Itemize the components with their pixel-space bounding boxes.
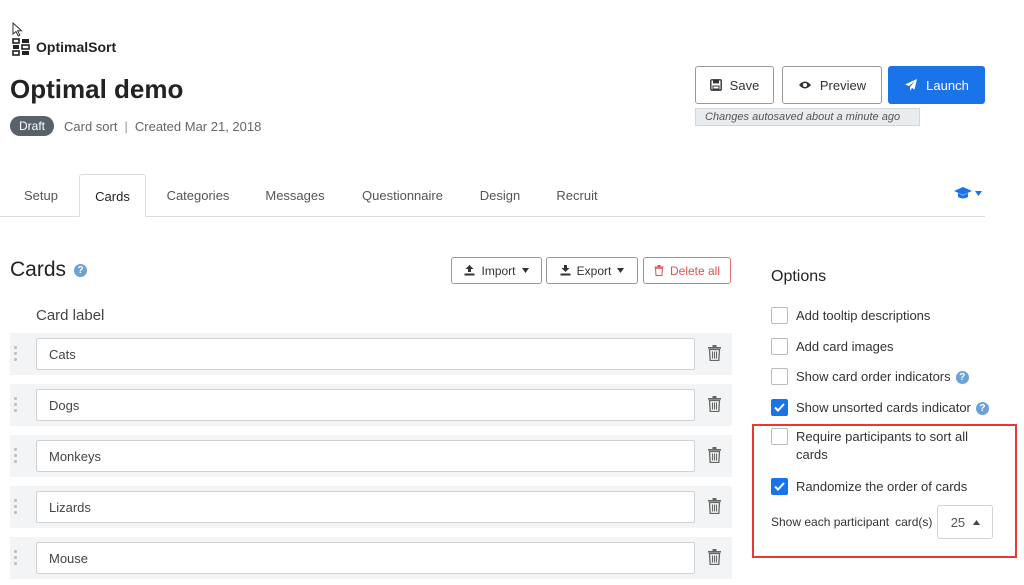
caret-down-icon (975, 190, 982, 196)
study-meta: Draft Card sort | Created Mar 21, 2018 (10, 116, 261, 136)
tooltip-descriptions-checkbox[interactable] (771, 307, 788, 324)
card-images-checkbox[interactable] (771, 338, 788, 355)
trash-icon[interactable] (708, 549, 721, 565)
drag-handle-icon[interactable] (14, 346, 20, 364)
checkmark-icon (774, 403, 785, 412)
option-label: Add card images (796, 339, 894, 354)
caret-down-icon (521, 268, 529, 273)
trash-icon (654, 265, 664, 276)
launch-label: Launch (926, 77, 969, 93)
drag-handle-icon[interactable] (14, 550, 20, 568)
paper-plane-icon (905, 79, 918, 91)
question-circle-icon[interactable]: ? (74, 263, 88, 277)
option-label: Show card order indicators? (796, 368, 969, 386)
tab-recruit[interactable]: Recruit (545, 174, 609, 217)
drag-handle-icon[interactable] (14, 397, 20, 415)
eye-icon (798, 81, 811, 89)
option-label-text: Show card order indicators (796, 369, 951, 384)
study-type: Card sort (64, 118, 118, 134)
option-label: Show unsorted cards indicator? (796, 399, 989, 417)
cards-heading-label: Cards (10, 258, 67, 281)
card-label-input[interactable] (36, 389, 695, 421)
import-label: Import (481, 263, 516, 278)
trash-icon[interactable] (708, 498, 721, 514)
trash-icon[interactable] (708, 345, 721, 361)
option-label-text: Show unsorted cards indicator (796, 400, 971, 415)
study-created-date: Created Mar 21, 2018 (134, 118, 262, 134)
card-label-input[interactable] (36, 338, 695, 370)
card-label-input[interactable] (36, 542, 695, 574)
option-tooltip-descriptions: Add tooltip descriptions (771, 307, 930, 325)
trash-icon[interactable] (708, 447, 721, 463)
tab-questionnaire[interactable]: Questionnaire (350, 174, 455, 217)
save-label: Save (729, 77, 760, 93)
autosave-status: Changes autosaved about a minute ago (695, 108, 920, 126)
tab-design[interactable]: Design (470, 174, 530, 217)
option-card-images: Add card images (771, 338, 894, 356)
unsorted-cards-indicator-checkbox[interactable] (771, 399, 788, 416)
card-label-input[interactable] (36, 440, 695, 472)
graduation-cap-icon (954, 187, 972, 199)
option-unsorted-cards-indicator: Show unsorted cards indicator? (771, 399, 989, 417)
status-badge: Draft (10, 116, 55, 136)
caret-down-icon (617, 268, 625, 273)
delete-all-button[interactable]: Delete all (643, 257, 731, 284)
option-card-order-indicators: Show card order indicators? (771, 368, 969, 386)
brand[interactable]: OptimalSort (12, 38, 116, 56)
tab-cards[interactable]: Cards (79, 174, 146, 217)
mouse-cursor-icon (12, 22, 23, 37)
meta-separator: | (124, 118, 128, 134)
export-button[interactable]: Export (546, 257, 638, 284)
tab-messages[interactable]: Messages (254, 174, 336, 217)
page-title: Optimal demo (10, 74, 184, 104)
export-label: Export (576, 263, 612, 278)
help-menu-dropdown[interactable] (953, 186, 982, 200)
card-row (10, 537, 732, 579)
import-button[interactable]: Import (451, 257, 542, 284)
save-button[interactable]: Save (695, 66, 774, 104)
drag-handle-icon[interactable] (14, 499, 20, 517)
preview-button[interactable]: Preview (782, 66, 882, 104)
card-row (10, 486, 732, 528)
cards-heading: Cards ? (10, 258, 88, 282)
upload-icon (464, 265, 475, 276)
brand-name: OptimalSort (36, 39, 117, 55)
card-order-indicators-checkbox[interactable] (771, 368, 788, 385)
card-row (10, 333, 732, 375)
floppy-disk-icon (709, 79, 722, 91)
options-title: Options (771, 268, 827, 285)
tab-bar: Setup Cards Categories Messages Question… (0, 174, 985, 217)
option-label: Add tooltip descriptions (796, 308, 931, 323)
optimalsort-logo-icon (12, 38, 30, 56)
card-row (10, 435, 732, 477)
preview-label: Preview (819, 77, 867, 93)
download-icon (560, 265, 571, 276)
trash-icon[interactable] (708, 396, 721, 412)
tab-categories[interactable]: Categories (153, 174, 243, 217)
drag-handle-icon[interactable] (14, 448, 20, 466)
highlight-annotation-box (752, 424, 1017, 558)
tab-setup[interactable]: Setup (10, 174, 72, 217)
launch-button[interactable]: Launch (888, 66, 985, 104)
delete-all-label: Delete all (669, 263, 721, 278)
card-label-column-header: Card label (36, 307, 105, 324)
question-circle-icon[interactable]: ? (955, 371, 969, 385)
card-row (10, 384, 732, 426)
card-label-input[interactable] (36, 491, 695, 523)
question-circle-icon[interactable]: ? (975, 402, 989, 416)
